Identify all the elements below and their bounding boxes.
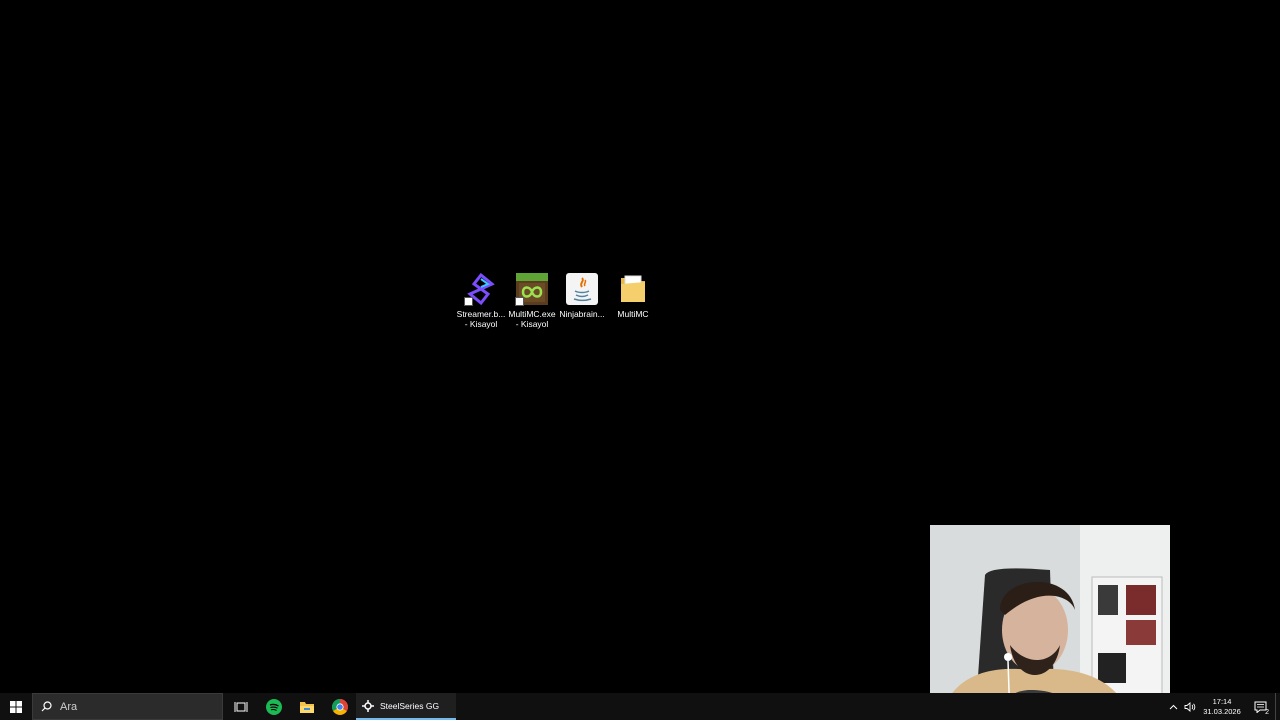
desktop-icon-multimc-folder[interactable]: MultiMC [608,272,658,319]
clock-date: 31.03.2026 [1203,706,1241,716]
notification-count-badge: 2 [1265,709,1269,716]
action-center-button[interactable]: 2 [1245,693,1275,720]
search-input[interactable]: Ara [32,693,223,720]
volume-button[interactable] [1181,693,1199,720]
desktop-icon-label: MultiMC [617,309,649,319]
chrome-icon [331,698,348,715]
windows-icon [10,700,22,713]
desktop-icon-label: MultiMC.exe - Kisayol [508,309,556,329]
show-desktop-button[interactable] [1275,693,1280,720]
search-placeholder: Ara [60,700,78,713]
desktop-icon-label: Streamer.b... - Kisayol [456,309,506,329]
start-button[interactable] [0,693,32,720]
clock-time: 17:14 [1212,696,1232,706]
desktop-icon-multimc-shortcut[interactable]: MultiMC.exe - Kisayol [507,272,557,329]
steelseries-gg-button[interactable]: SteelSeries GG [356,693,456,720]
steelseries-gg-label: SteelSeries GG [380,700,440,711]
chevron-up-icon [1169,704,1177,709]
search-icon [41,701,52,712]
desktop-icon-ninjabrain[interactable]: Ninjabrain... [557,272,607,319]
taskbar: Ara SteelSeries GG 17:14 31.03.2026 2 [0,693,1280,720]
task-view-icon [234,701,247,712]
shortcut-arrow-icon [515,297,524,306]
shortcut-arrow-icon [464,297,473,306]
spotify-icon [265,698,282,715]
streamerbot-icon [464,272,498,306]
multimc-icon [515,272,549,306]
show-hidden-icons-button[interactable] [1165,693,1181,720]
steelseries-icon [362,699,374,712]
chrome-button[interactable] [323,693,356,720]
java-icon [565,272,599,306]
spotify-button[interactable] [257,693,290,720]
desktop-icon-label: Ninjabrain... [559,309,605,319]
desktop-icon-streamerbot[interactable]: Streamer.b... - Kisayol [456,272,506,329]
task-view-button[interactable] [224,693,257,720]
file-explorer-icon [299,701,314,713]
file-explorer-button[interactable] [290,693,323,720]
webcam-overlay [930,525,1170,720]
clock[interactable]: 17:14 31.03.2026 [1199,697,1245,717]
volume-icon [1184,701,1196,712]
system-tray: 17:14 31.03.2026 2 [1165,693,1280,720]
folder-icon [616,272,650,306]
